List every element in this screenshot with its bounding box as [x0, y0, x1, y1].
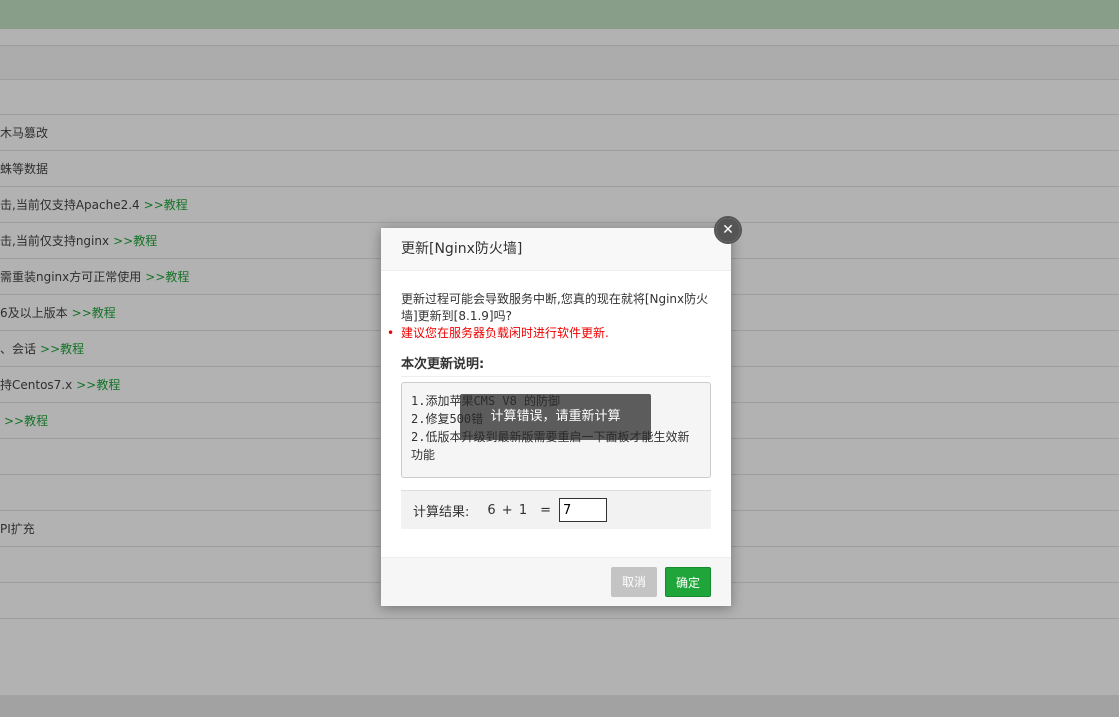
- close-icon: ✕: [716, 218, 740, 242]
- calc-label: 计算结果:: [413, 504, 470, 520]
- cancel-button[interactable]: 取消: [611, 567, 657, 597]
- dialog-footer: 取消 确定: [381, 557, 731, 606]
- calc-expression: 6 + 1: [487, 502, 529, 518]
- calc-equals: =: [540, 502, 551, 518]
- close-button[interactable]: ✕: [714, 216, 742, 244]
- update-warning: 建议您在服务器负载闲时进行软件更新.: [387, 325, 711, 342]
- error-toast: 计算错误，请重新计算: [460, 394, 651, 440]
- captcha-row: 计算结果: 6 + 1 =: [401, 490, 711, 529]
- update-message: 更新过程可能会导致服务中断,您真的现在就将[Nginx防火墙]更新到[8.1.9…: [401, 292, 709, 323]
- confirm-button[interactable]: 确定: [665, 567, 711, 597]
- notes-title: 本次更新说明:: [401, 354, 711, 377]
- calc-answer-input[interactable]: [559, 498, 607, 522]
- dialog-title: 更新[Nginx防火墙]: [381, 228, 731, 271]
